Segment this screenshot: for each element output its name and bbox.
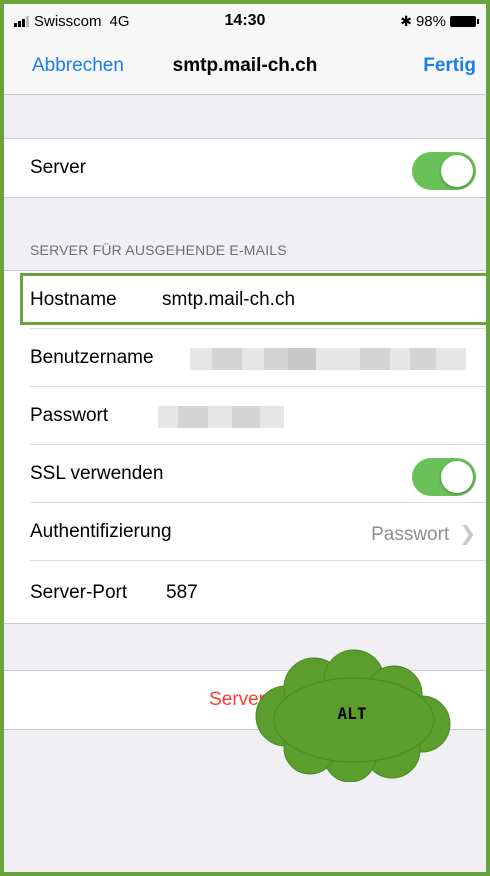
navigation-bar: Abbrechen smtp.mail-ch.ch Fertig — [4, 38, 486, 95]
battery-icon — [450, 16, 479, 27]
password-row[interactable]: Passwort — [4, 387, 486, 445]
server-toggle[interactable] — [412, 152, 476, 190]
divider — [4, 623, 486, 624]
password-label: Passwort — [30, 405, 109, 426]
username-field-redacted[interactable] — [190, 348, 466, 370]
server-row: Server — [4, 139, 486, 197]
status-bar: Swisscom 4G 14:30 ✱ 98% — [4, 4, 486, 38]
server-label: Server — [30, 157, 86, 178]
done-button[interactable]: Fertig — [423, 55, 476, 77]
username-label: Benutzername — [30, 347, 154, 368]
hostname-field[interactable]: smtp.mail-ch.ch — [162, 289, 295, 311]
hostname-label: Hostname — [30, 289, 117, 310]
hostname-row[interactable]: Hostname smtp.mail-ch.ch — [4, 271, 486, 329]
divider — [4, 197, 486, 198]
toggle-knob — [441, 155, 473, 187]
section-header: SERVER FÜR AUSGEHENDE E-MAILS — [30, 242, 287, 258]
authentication-value-text: Passwort — [371, 524, 450, 545]
chevron-right-icon: ❯ — [459, 523, 476, 545]
phone-frame: Swisscom 4G 14:30 ✱ 98% Abbrechen smtp.m… — [0, 0, 490, 876]
username-row[interactable]: Benutzername — [4, 329, 486, 387]
server-port-row[interactable]: Server-Port 587 — [4, 561, 486, 623]
ssl-toggle[interactable] — [412, 458, 476, 496]
ssl-row: SSL verwenden — [4, 445, 486, 503]
battery-percent: 98% — [415, 13, 446, 30]
authentication-label: Authentifizierung — [30, 521, 172, 542]
server-port-label: Server-Port — [30, 582, 128, 603]
alt-label: ALT — [337, 704, 367, 723]
bluetooth-icon: ✱ — [400, 13, 412, 29]
status-right: ✱ 98% — [400, 13, 479, 30]
authentication-row[interactable]: Authentifizierung Passwort ❯ — [4, 503, 486, 561]
password-field-redacted[interactable] — [158, 406, 284, 428]
page-title: smtp.mail-ch.ch — [172, 55, 318, 76]
alt-cloud-annotation: ALT — [242, 646, 462, 783]
ssl-label: SSL verwenden — [30, 463, 164, 484]
toggle-knob — [441, 461, 473, 493]
authentication-value: Passwort ❯ — [371, 521, 476, 546]
server-port-field[interactable]: 587 — [166, 582, 198, 604]
